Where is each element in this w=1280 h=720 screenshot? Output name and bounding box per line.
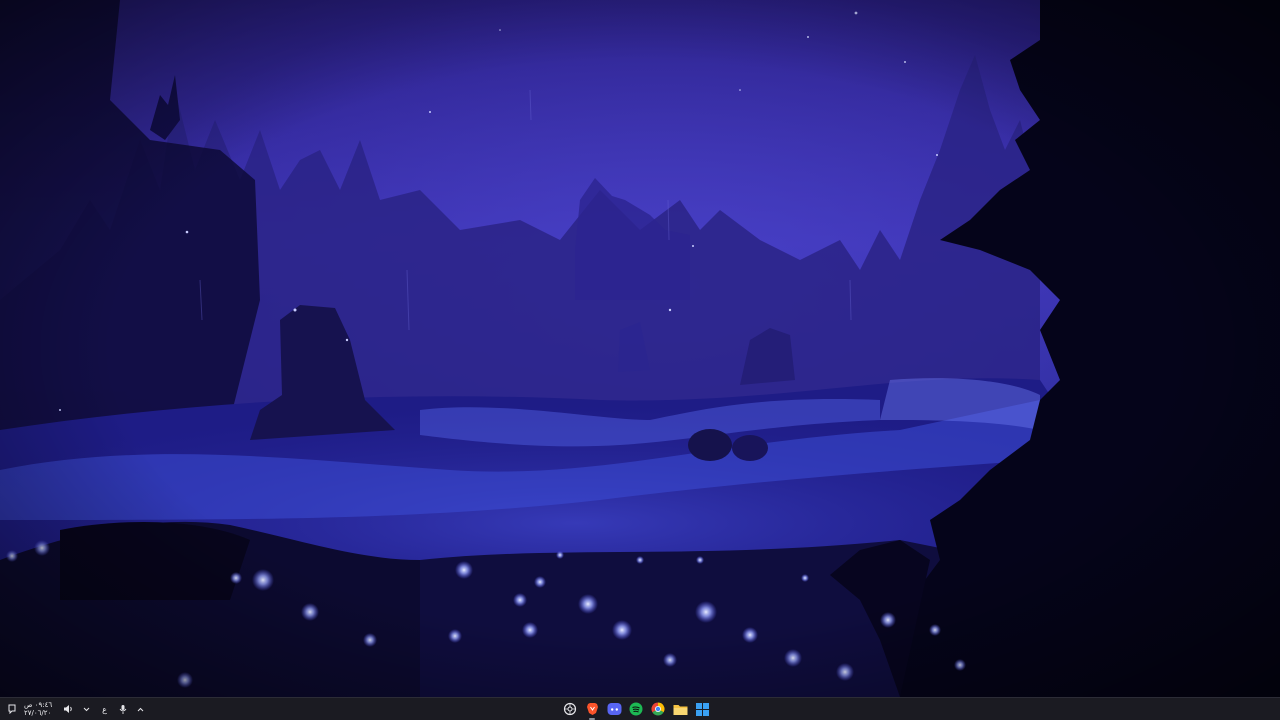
- desktop: [0, 0, 1280, 697]
- clock[interactable]: ٠٩:٤٦ ص ٢٧/٠٦/٢٠: [24, 701, 52, 717]
- brave-icon[interactable]: [584, 701, 600, 720]
- notification-icon[interactable]: [6, 702, 18, 716]
- speaker-icon[interactable]: [62, 702, 74, 716]
- spotify-icon[interactable]: [628, 701, 644, 717]
- pinned-apps: [562, 698, 710, 720]
- microphone-icon[interactable]: [117, 702, 129, 716]
- clock-date: ٢٧/٠٦/٢٠: [24, 709, 52, 717]
- chrome-icon[interactable]: [650, 701, 666, 717]
- system-tray: ٠٩:٤٦ ص ٢٧/٠٦/٢٠ ع: [6, 698, 147, 720]
- discord-icon[interactable]: [606, 701, 622, 717]
- chevron-up-icon[interactable]: [135, 702, 147, 716]
- chevron-down-icon[interactable]: [80, 702, 92, 716]
- windows-logo-icon[interactable]: [694, 701, 710, 717]
- language-indicator[interactable]: ع: [102, 705, 107, 714]
- folder-icon[interactable]: [672, 701, 688, 717]
- chatgpt-icon[interactable]: [562, 701, 578, 717]
- taskbar: ٠٩:٤٦ ص ٢٧/٠٦/٢٠ ع: [0, 697, 1280, 720]
- clock-time: ٠٩:٤٦ ص: [24, 701, 53, 709]
- desktop-wallpaper: [0, 0, 1280, 697]
